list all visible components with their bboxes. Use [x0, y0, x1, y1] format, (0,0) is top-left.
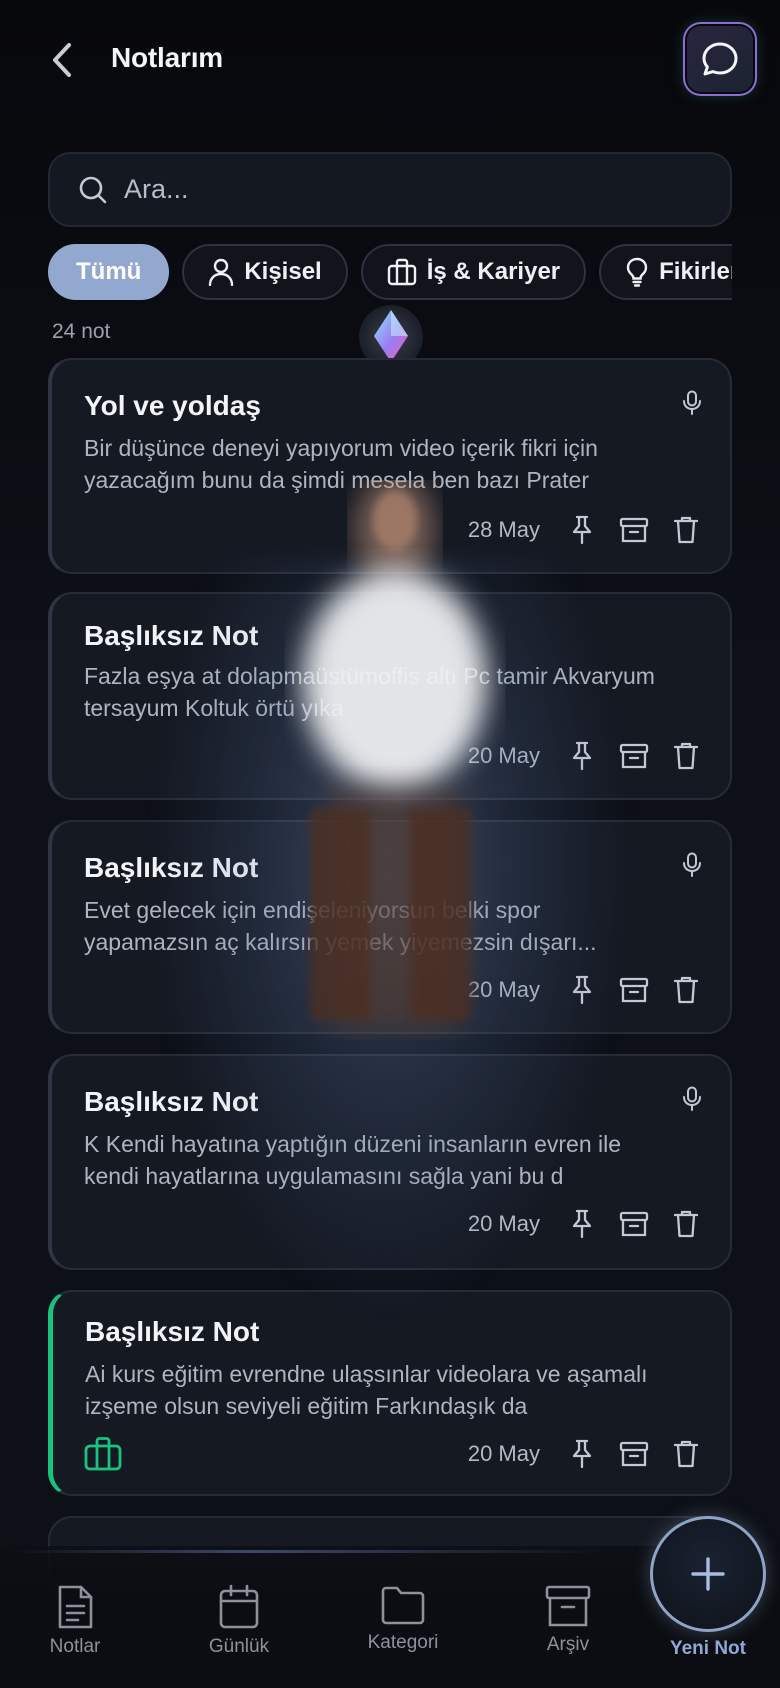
- chip-work-career[interactable]: İş & Kariyer: [360, 244, 587, 300]
- pin-icon: [572, 741, 592, 771]
- nav-category[interactable]: Kategori: [343, 1584, 463, 1654]
- new-note-button[interactable]: [650, 1516, 766, 1632]
- archive-button[interactable]: [618, 1208, 650, 1240]
- note-preview: Evet gelecek için endişeleniyorsun belki…: [84, 897, 597, 955]
- note-title: Başlıksız Not: [84, 1086, 259, 1117]
- folder-icon: [381, 1586, 425, 1625]
- archive-button[interactable]: [618, 740, 650, 772]
- note-date: 20 May: [467, 1441, 540, 1466]
- document-icon: [58, 1585, 93, 1629]
- microphone-icon: [683, 852, 701, 877]
- nav-label: Arşiv: [546, 1634, 590, 1655]
- chip-label: İş & Kariyer: [426, 258, 561, 285]
- plus-icon: [691, 1557, 725, 1591]
- nav-notes[interactable]: Notlar: [15, 1584, 135, 1658]
- nav-divider: [10, 1550, 610, 1553]
- chip-label: Fikirler: [659, 258, 732, 285]
- note-preview: Ai kurs eğitim evrendne ulaşsınlar video…: [85, 1361, 648, 1419]
- back-button[interactable]: [42, 38, 82, 82]
- archive-icon: [619, 1441, 649, 1467]
- pin-icon: [572, 975, 592, 1005]
- note-preview: K Kendi hayatına yaptığın düzeni insanla…: [84, 1131, 622, 1189]
- calendar-icon: [219, 1584, 259, 1629]
- note-title: Yol ve yoldaş: [84, 390, 261, 421]
- archive-icon: [619, 743, 649, 769]
- note-title: Başlıksız Not: [85, 1316, 260, 1347]
- pin-button[interactable]: [566, 1438, 598, 1470]
- archive-button[interactable]: [618, 514, 650, 546]
- search-icon: [79, 176, 107, 203]
- note-card[interactable]: Başlıksız Not Evet gelecek için endişele…: [48, 820, 732, 1034]
- delete-button[interactable]: [670, 740, 702, 772]
- archive-icon: [545, 1585, 591, 1627]
- pin-icon: [572, 1439, 592, 1469]
- note-date: 20 May: [467, 1211, 540, 1236]
- archive-button[interactable]: [618, 1438, 650, 1470]
- chip-ideas[interactable]: Fikirler: [599, 244, 732, 300]
- delete-button[interactable]: [670, 974, 702, 1006]
- note-actions: 20 May: [468, 1208, 702, 1240]
- delete-button[interactable]: [670, 514, 702, 546]
- note-actions: 20 May: [468, 1438, 702, 1470]
- person-icon: [209, 258, 234, 286]
- note-preview: Bir düşünce deneyi yapıyorum video içeri…: [84, 435, 598, 493]
- pin-icon: [572, 515, 592, 545]
- search-bar[interactable]: [48, 152, 732, 227]
- trash-icon: [673, 976, 699, 1004]
- nav-journal[interactable]: Günlük: [179, 1584, 299, 1658]
- note-title: Başlıksız Not: [84, 620, 259, 651]
- pin-button[interactable]: [566, 1208, 598, 1240]
- page-title: Notlarım: [111, 42, 223, 73]
- nav-label: Günlük: [208, 1636, 270, 1657]
- chip-personal[interactable]: Kişisel: [182, 244, 348, 300]
- trash-icon: [673, 1440, 699, 1468]
- app-header: Notlarım: [0, 0, 780, 130]
- archive-icon: [619, 1211, 649, 1237]
- nav-label: Kategori: [367, 1632, 439, 1653]
- search-input[interactable]: [124, 174, 684, 205]
- chevron-left-icon: [53, 43, 71, 77]
- new-note-label: Yeni Not: [669, 1638, 746, 1659]
- note-card[interactable]: Başlıksız Not Fazla eşya at dolapmaüstüm…: [48, 592, 732, 800]
- pin-button[interactable]: [566, 514, 598, 546]
- briefcase-icon: [84, 1437, 122, 1471]
- trash-icon: [673, 742, 699, 770]
- note-actions: 20 May: [468, 974, 702, 1006]
- pin-button[interactable]: [566, 974, 598, 1006]
- chip-all[interactable]: Tümü: [48, 244, 170, 300]
- trash-icon: [673, 516, 699, 544]
- trash-icon: [673, 1210, 699, 1238]
- note-date: 20 May: [467, 743, 540, 768]
- note-actions: 28 May: [468, 514, 702, 546]
- delete-button[interactable]: [670, 1438, 702, 1470]
- archive-button[interactable]: [618, 974, 650, 1006]
- microphone-icon: [683, 1086, 701, 1111]
- pin-button[interactable]: [566, 740, 598, 772]
- note-card[interactable]: Yol ve yoldaş Bir düşünce deneyi yapıyor…: [48, 358, 732, 574]
- delete-button[interactable]: [670, 1208, 702, 1240]
- lightbulb-icon: [626, 257, 648, 287]
- note-preview: Fazla eşya at dolapmaüstümoffis altı Pc …: [84, 663, 655, 721]
- nav-archive[interactable]: Arşiv: [508, 1584, 628, 1656]
- chat-bubble-icon: [702, 42, 738, 76]
- category-chips: Tümü Kişisel İş & Kariyer Fikirler: [48, 244, 732, 300]
- note-date: 20 May: [467, 977, 540, 1002]
- archive-icon: [619, 977, 649, 1003]
- chip-label: Tümü: [76, 258, 142, 285]
- chat-button[interactable]: [685, 24, 755, 94]
- note-card[interactable]: Başlıksız Not Ai kurs eğitim evrendne ul…: [48, 1290, 732, 1496]
- note-date: 28 May: [467, 517, 540, 542]
- archive-icon: [619, 517, 649, 543]
- note-count: 24 not: [52, 320, 111, 343]
- pin-icon: [572, 1209, 592, 1239]
- chip-label: Kişisel: [244, 258, 322, 285]
- briefcase-icon: [387, 258, 416, 286]
- nav-label: Notlar: [49, 1636, 101, 1657]
- note-actions: 20 May: [468, 740, 702, 772]
- note-title: Başlıksız Not: [84, 852, 259, 883]
- note-card[interactable]: Başlıksız Not K Kendi hayatına yaptığın …: [48, 1054, 732, 1270]
- microphone-icon: [683, 390, 701, 415]
